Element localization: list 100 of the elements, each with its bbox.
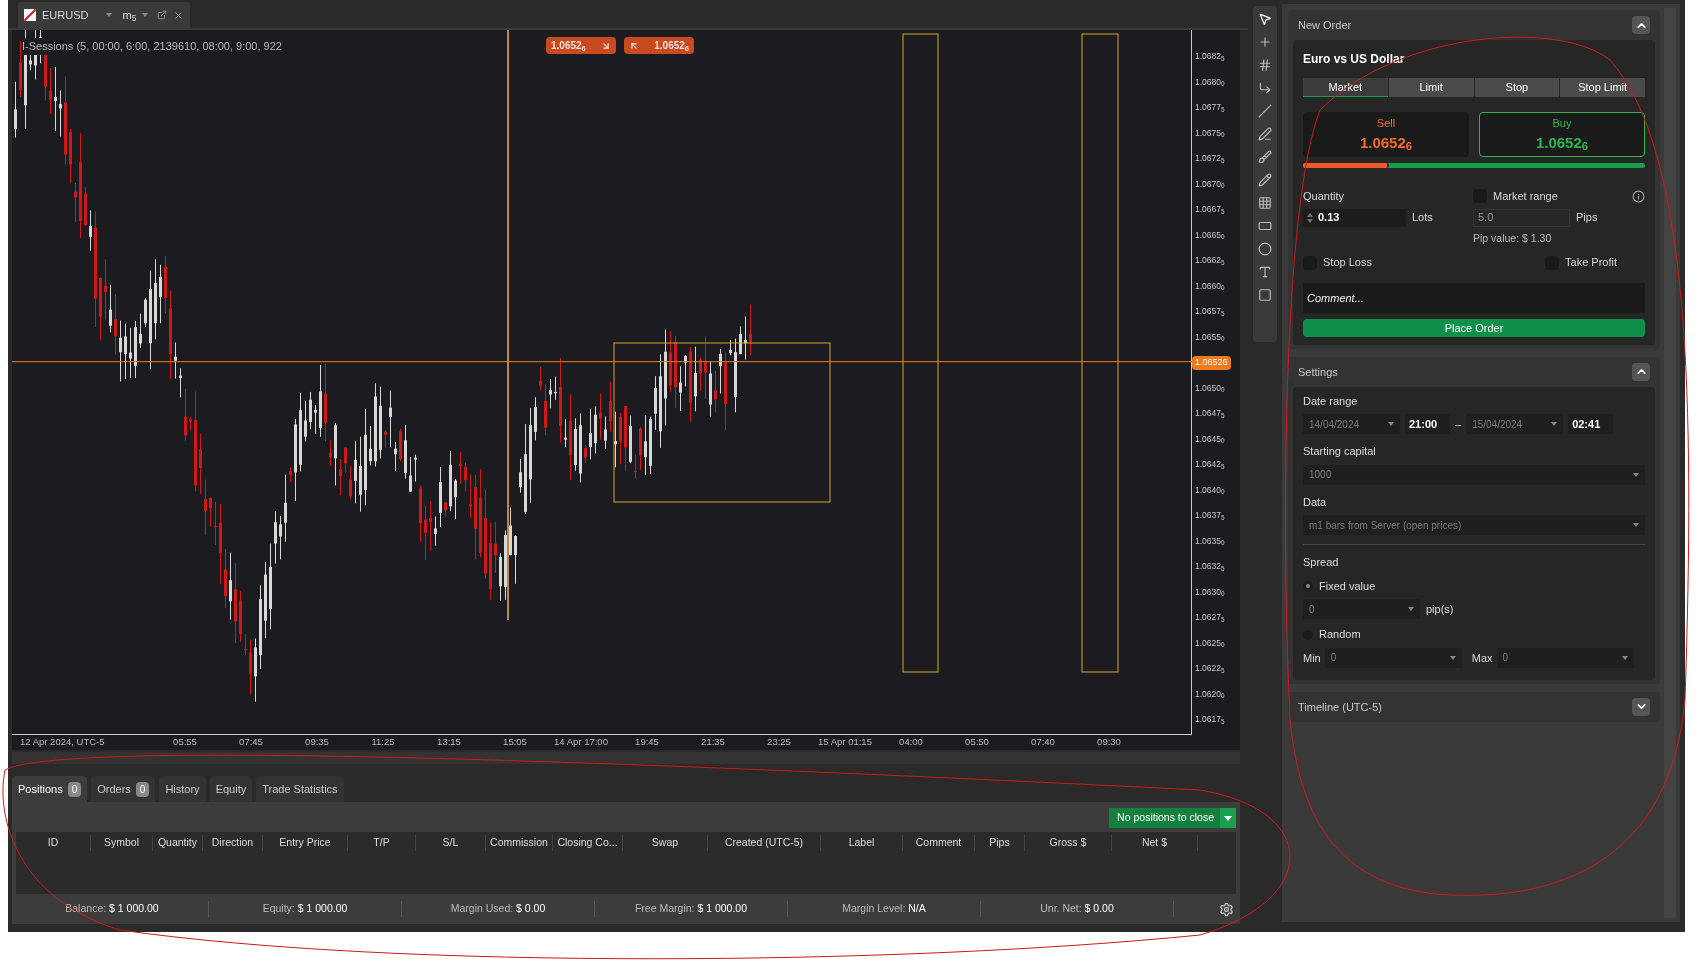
field-label: Spread [1303,555,1340,571]
price-badge[interactable]: 1.0652$_{6}$ [546,37,616,54]
column-header[interactable]: Direction [203,835,263,851]
column-header[interactable]: Pips [975,835,1025,851]
price-label: 1.0677$_{5}$ [1195,101,1225,115]
unit-label: pip(s) [1426,602,1454,617]
timeframe-label: m$_{5}$ [122,7,137,24]
panel-tab[interactable]: Equity [209,776,253,802]
time-label: 14 Apr 17:00 [553,735,609,750]
unit-label: Pips [1576,210,1598,226]
time-label: 23:25 [766,735,792,750]
field-label: Date range [1303,393,1359,409]
capital-select[interactable]: 1000 [1303,464,1645,485]
price-label: 1.0655$_{0}$ [1195,330,1225,344]
time-label: 15:05 [502,735,528,750]
close-positions-button[interactable]: No positions to close [1109,808,1236,828]
status-item: Margin Used: $ 0.00 [402,901,595,917]
data-select[interactable]: m1 bars from Server (open prices) [1303,515,1645,536]
panel-tab[interactable]: Orders 0 [91,776,156,802]
column-header[interactable]: Commission [486,835,553,851]
order-type-tab[interactable]: Limit [1388,78,1474,97]
column-header[interactable]: Swap [623,835,708,851]
unit-label: Lots [1412,210,1433,226]
section-title: Timeline (UTC-5) [1298,699,1382,715]
price-label: 1.0672$_{5}$ [1195,152,1225,166]
range-dash: – [1455,417,1462,432]
price-label: 1.0680$_{0}$ [1195,75,1225,89]
time-label: 09:30 [1096,735,1122,750]
price-label: 1.0650$_{0}$ [1195,381,1225,395]
current-price-label: 1.06526 [1192,356,1231,370]
checkbox-label: Stop Loss [1323,255,1372,271]
price-label: 1.0670$_{0}$ [1195,177,1225,191]
panel-tab[interactable]: Trade Statistics [256,776,344,802]
column-header[interactable]: Label [821,835,903,851]
order-type-tab[interactable]: Market [1303,78,1388,97]
status-item: Equity: $ 1 000.00 [209,901,402,917]
chart-tab[interactable]: EURUSD m$_{5}$ [18,2,190,28]
instrument-title: Euro vs US Dollar [1303,51,1406,68]
date-select[interactable]: 14/04/2024 [1303,414,1400,435]
price-label: 1.0665$_{0}$ [1195,228,1225,242]
price-label: 1.0632$_{5}$ [1195,560,1225,574]
time-label: 12 Apr 2024, UTC-5 [19,735,106,750]
section-title: Settings [1298,364,1338,380]
min-select[interactable]: 0 [1324,647,1462,668]
count-badge: 0 [67,781,82,797]
panel-tab[interactable]: Positions 0 [12,776,88,802]
range-field[interactable]: 5.0 [1473,208,1570,227]
status-item: Unr. Net: $ 0.00 [981,901,1174,917]
time-label: 04:00 [898,735,924,750]
checkbox-label: Take Profit [1565,255,1617,271]
buy-button[interactable]: Buy 1.0652$_{6}$ [1479,112,1645,157]
price-label: 1.0635$_{0}$ [1195,534,1225,548]
place-order-button[interactable]: Place Order [1303,318,1645,337]
price-label: 1.0622$_{5}$ [1195,662,1225,676]
price-label: 1.0667$_{5}$ [1195,203,1225,217]
time-label: 15 Apr 01:15 [817,735,873,750]
price-label: 1.0675$_{0}$ [1195,126,1225,140]
symbol-label: EURUSD [42,7,89,23]
price-badge[interactable]: 1.0652$_{6}$ [624,37,694,54]
sell-button[interactable]: Sell 1.0652$_{6}$ [1303,112,1469,157]
panel-tab[interactable]: History [159,776,206,802]
time-label: 07:40 [1030,735,1056,750]
radio-label: Fixed value [1319,578,1376,594]
pip-value-text: Pip value: $ 1.30 [1473,230,1553,246]
price-label: 1.0637$_{5}$ [1195,509,1225,523]
column-header[interactable]: T/P [348,835,416,851]
column-header[interactable]: Quantity [153,835,203,851]
price-label: 1.0642$_{5}$ [1195,458,1225,472]
column-header[interactable]: Gross $ [1025,835,1112,851]
column-header[interactable]: ID [16,835,91,851]
column-header[interactable]: S/L [416,835,486,851]
field-label: Max [1471,650,1493,666]
status-item: Free Margin: $ 1 000.00 [595,901,788,917]
column-header[interactable]: Closing Co... [553,835,623,851]
order-type-tab[interactable]: Stop Limit [1560,78,1645,97]
price-label: 1.0620$_{0}$ [1195,687,1225,701]
column-header[interactable]: Created (UTC-5) [708,835,821,851]
column-header[interactable]: Net $ [1112,835,1198,851]
price-label: 1.0662$_{5}$ [1195,254,1225,268]
date-select[interactable]: 15/04/2024 [1466,414,1564,435]
section-title: New Order [1298,17,1352,33]
checkbox-label: Market range [1493,189,1558,204]
price-label: 1.0647$_{5}$ [1195,407,1225,421]
time-label: 07:45 [238,735,264,750]
time-field[interactable]: 02:41 [1568,414,1614,435]
time-label: 21:35 [700,735,726,750]
time-label: 11:25 [370,735,396,750]
column-header[interactable]: Comment [903,835,975,851]
time-label: 05:55 [172,735,198,750]
column-header[interactable]: Symbol [91,835,153,851]
comment-field[interactable]: Comment... [1303,282,1645,313]
quantity-field[interactable]: 0.13 [1303,208,1406,227]
time-field[interactable]: 21:00 [1405,414,1450,435]
order-type-tab[interactable]: Stop [1474,78,1560,97]
time-label: 19:45 [634,735,660,750]
price-label: 1.0657$_{5}$ [1195,305,1225,319]
spread-select[interactable]: 0 [1303,599,1420,620]
max-select[interactable]: 0 [1496,647,1634,668]
time-label: 05:50 [964,735,990,750]
column-header[interactable]: Entry Price [263,835,348,851]
